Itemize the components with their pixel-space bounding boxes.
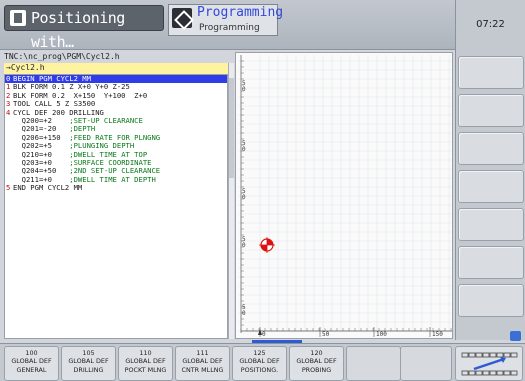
softkey-global-def-probing[interactable]: 120 GLOBAL DEF PROBING: [289, 346, 344, 381]
softkey-empty-7[interactable]: [346, 346, 401, 381]
tab-positioning-label: Positioning with…: [31, 9, 125, 51]
softkey-bar: 100 GLOBAL DEF GENERAL 105 GLOBAL DEF DR…: [0, 343, 525, 381]
program-editor[interactable]: 0 BEGIN PGM CYCL2 MM 1 BLK FORM 0.1 Z X+0 Y…: [4, 74, 228, 339]
file-tab[interactable]: →Cycl2.h: [4, 63, 228, 74]
scrollbar-thumb[interactable]: [229, 78, 234, 178]
vertical-softkey-4[interactable]: [458, 170, 524, 203]
softkey-line3: DRILLING: [73, 365, 104, 374]
tab-programming-title: Programming: [197, 5, 284, 20]
softkey-number: 120: [310, 349, 323, 357]
vertical-softkey-6[interactable]: [458, 246, 524, 279]
x-tick-label: 0: [262, 331, 266, 338]
softkey-line3: PROBING: [301, 365, 332, 374]
graphics-view[interactable]: 5 0 5 0 5 0 5 0 5 0 0 50 100 150: [235, 52, 453, 339]
softkey-line2: GLOBAL DEF: [11, 357, 52, 366]
softkey-global-def-positioning[interactable]: 125 GLOBAL DEF POSITIONG.: [232, 346, 287, 381]
line-code: END PGM CYCL2 MM: [13, 183, 83, 193]
positioning-mode-icon: [10, 10, 26, 26]
softkey-page-icon: [510, 331, 521, 341]
vertical-softkey-2[interactable]: [458, 94, 524, 127]
softkey-number: 110: [139, 349, 152, 357]
line-number: 4: [6, 107, 11, 117]
header-bar: Positioning with… Programming Programmin…: [0, 0, 455, 51]
softkey-line3: POSITIONG.: [240, 365, 279, 374]
softkey-select-icon: [461, 352, 518, 376]
softkey-line3: CNTR MLLNG: [181, 365, 224, 374]
programming-mode-icon: [172, 8, 192, 28]
softkey-line2: GLOBAL DEF: [182, 357, 223, 366]
softkey-global-def-contour-milling[interactable]: 111 GLOBAL DEF CNTR MLLNG: [175, 346, 230, 381]
vertical-softkey-7[interactable]: [458, 284, 524, 317]
line-number: 5: [6, 183, 11, 193]
vertical-softkey-3[interactable]: [458, 132, 524, 165]
softkey-line2: GLOBAL DEF: [296, 357, 337, 366]
softkey-number: 111: [196, 349, 209, 357]
softkey-empty-8[interactable]: [400, 346, 452, 381]
program-scrollbar[interactable]: [228, 63, 234, 339]
y-tick-label: 0: [242, 86, 246, 93]
graphics-canvas: 50505050500 50 100 150: [238, 55, 452, 338]
program-line[interactable]: 5 END PGM CYCL2 MM: [5, 183, 227, 193]
softkey-line3: POCKT MLNG: [124, 365, 167, 374]
softkey-global-def-drilling[interactable]: 105 GLOBAL DEF DRILLING: [61, 346, 116, 381]
softkey-line2: GLOBAL DEF: [125, 357, 166, 366]
softkey-number: 125: [253, 349, 266, 357]
softkey-line2: GLOBAL DEF: [239, 357, 280, 366]
datum-icon-quadrant: [267, 239, 273, 245]
softkey-number: 105: [82, 349, 95, 357]
clock: 07:22: [455, 0, 525, 50]
tab-programming-subtitle: Programming: [199, 23, 260, 33]
x-tick-label: 50: [322, 331, 330, 338]
y-tick-label: 0: [242, 242, 246, 249]
softkey-global-def-pocket-milling[interactable]: 110 GLOBAL DEF POCKT MLNG: [118, 346, 173, 381]
y-tick-label: 0: [242, 146, 246, 153]
softkey-number: 100: [25, 349, 38, 357]
x-tick-label: 150: [432, 331, 443, 338]
softkey-line2: GLOBAL DEF: [68, 357, 109, 366]
vertical-softkey-1[interactable]: [458, 56, 524, 89]
vertical-softkey-5[interactable]: [458, 208, 524, 241]
softkey-line3: GENERAL: [16, 365, 47, 374]
softkey-global-def-general[interactable]: 100 GLOBAL DEF GENERAL: [4, 346, 59, 381]
tab-positioning[interactable]: Positioning with…: [4, 5, 164, 51]
y-tick-label: 0: [242, 310, 246, 317]
tab-programming[interactable]: Programming Programming: [168, 4, 283, 36]
x-tick-label: 100: [376, 331, 387, 338]
vertical-softkey-bar: [455, 50, 525, 340]
y-tick-label: 0: [242, 194, 246, 201]
softkey-select-bar[interactable]: [455, 346, 523, 381]
